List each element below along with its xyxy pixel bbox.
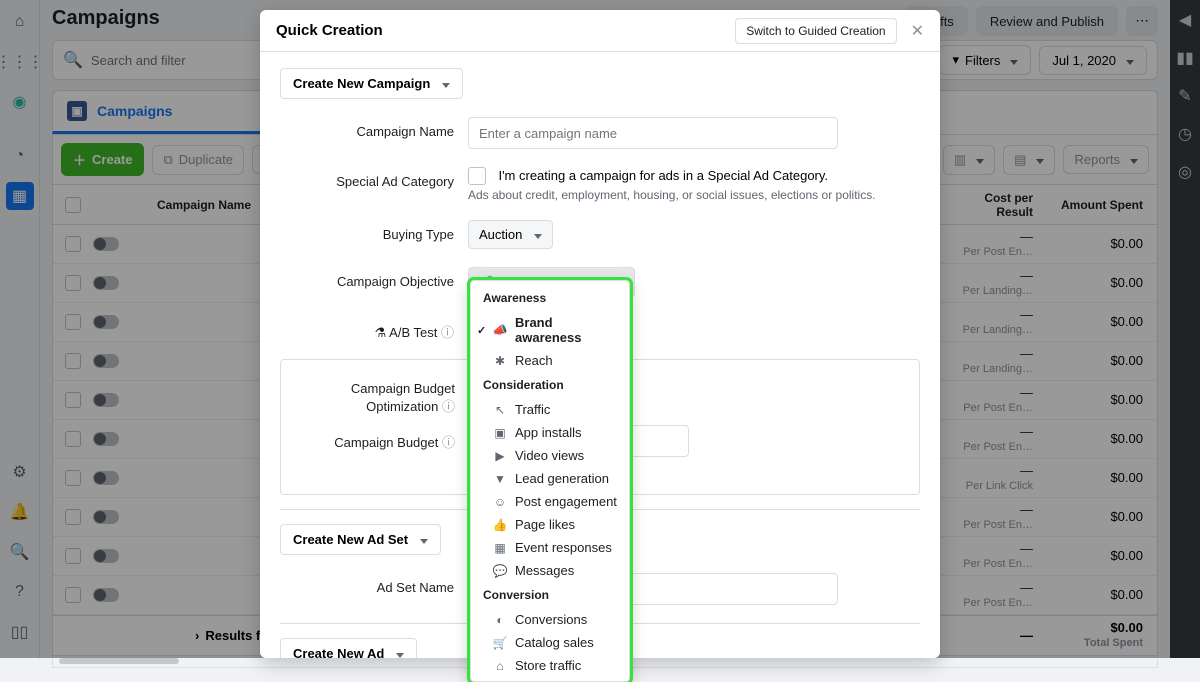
special-category-help: Ads about credit, employment, housing, o…	[468, 188, 920, 202]
label-campaign-budget: Campaign Budget ⓘ	[295, 425, 469, 451]
label-objective: Campaign Objective	[280, 267, 468, 289]
objective-option[interactable]: 🛒Catalog sales	[471, 631, 629, 654]
objective-option[interactable]: ↖Traffic	[471, 398, 629, 421]
objective-option[interactable]: ▦Event responses	[471, 536, 629, 559]
objective-option[interactable]: 📣Brand awareness	[471, 311, 629, 349]
label-special-category: Special Ad Category	[280, 167, 468, 189]
option-icon: 📣	[493, 323, 507, 337]
create-campaign-dropdown[interactable]: Create New Campaign	[280, 68, 463, 99]
objective-option[interactable]: ▶Video views	[471, 444, 629, 467]
buying-type-dropdown[interactable]: Auction	[468, 220, 553, 249]
label-adset-name: Ad Set Name	[280, 573, 468, 595]
label-campaign-name: Campaign Name	[280, 117, 468, 139]
objective-option[interactable]: ⌂Store traffic	[471, 654, 629, 677]
info-icon[interactable]: ⓘ	[442, 399, 455, 414]
option-icon: ↖	[493, 403, 507, 417]
option-icon: ▣	[493, 426, 507, 440]
objective-options-panel: Awareness📣Brand awareness✱ReachConsidera…	[470, 280, 630, 682]
option-icon: ⌂	[493, 659, 507, 673]
objective-option[interactable]: ▣App installs	[471, 421, 629, 444]
option-icon: ☺	[493, 495, 507, 509]
close-icon[interactable]: ✕	[911, 21, 924, 41]
objective-option[interactable]: ▼Lead generation	[471, 467, 629, 490]
flask-icon: ⚗	[375, 325, 387, 340]
modal-title: Quick Creation	[276, 22, 383, 39]
option-icon: 💬	[493, 564, 507, 578]
dropdown-group-label: Awareness	[471, 285, 629, 311]
label-buying-type: Buying Type	[280, 220, 468, 242]
label-abtest: ⚗ A/B Test ⓘ	[280, 315, 468, 341]
info-icon[interactable]: ⓘ	[442, 435, 455, 450]
option-icon: ▦	[493, 541, 507, 555]
option-icon: ▶	[493, 449, 507, 463]
option-icon: 🛒	[493, 636, 507, 650]
info-icon[interactable]: ⓘ	[441, 325, 454, 340]
objective-option[interactable]: ✱Reach	[471, 349, 629, 372]
objective-option[interactable]: 💬Messages	[471, 559, 629, 582]
switch-to-guided-button[interactable]: Switch to Guided Creation	[735, 18, 896, 44]
option-icon: ▼	[493, 472, 507, 486]
objective-option[interactable]: 👍Page likes	[471, 513, 629, 536]
option-icon: 👍	[493, 518, 507, 532]
objective-option[interactable]: ☺Post engagement	[471, 490, 629, 513]
option-icon: ✱	[493, 354, 507, 368]
create-ad-dropdown[interactable]: Create New Ad	[280, 638, 417, 658]
option-icon: ◐	[493, 613, 507, 627]
campaign-name-input[interactable]	[468, 117, 838, 149]
create-adset-dropdown[interactable]: Create New Ad Set	[280, 524, 441, 555]
dropdown-group-label: Conversion	[471, 582, 629, 608]
dropdown-group-label: Consideration	[471, 372, 629, 398]
objective-option[interactable]: ◐Conversions	[471, 608, 629, 631]
label-cbo: Campaign Budget Optimization ⓘ	[295, 374, 469, 415]
special-category-checkbox[interactable]	[468, 167, 486, 185]
special-category-text: I'm creating a campaign for ads in a Spe…	[498, 168, 828, 183]
